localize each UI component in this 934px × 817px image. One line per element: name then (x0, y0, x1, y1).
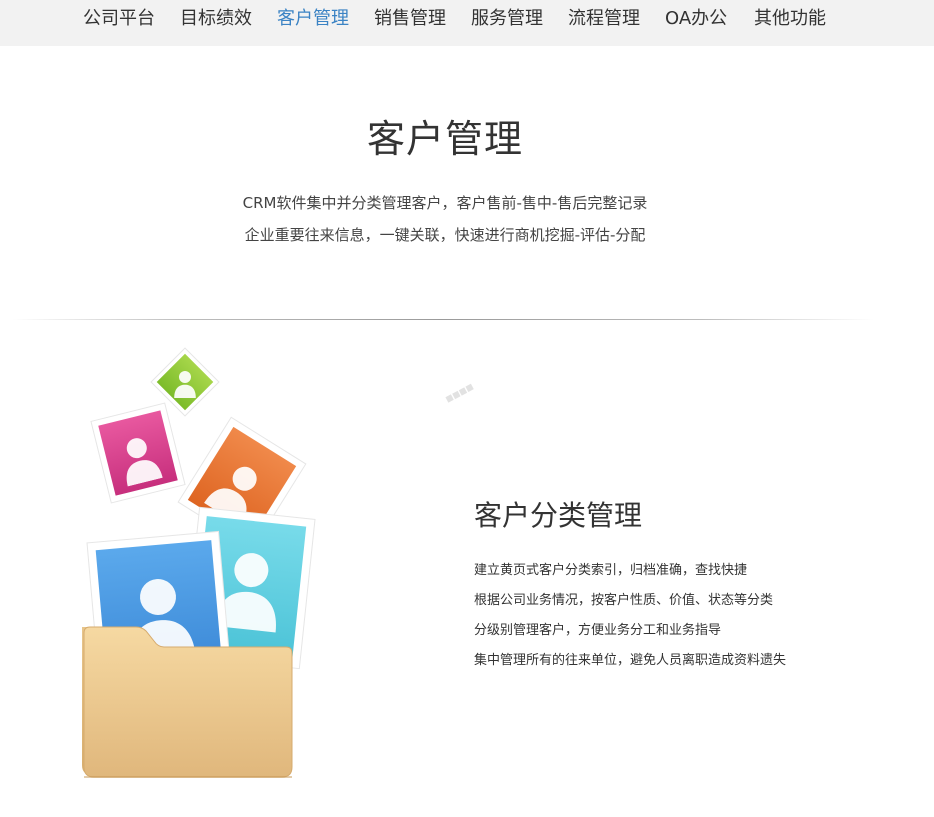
nav-item-process-management[interactable]: 流程管理 (568, 0, 640, 40)
page-title: 客户管理 (366, 117, 523, 161)
nav-item-sales-management[interactable]: 销售管理 (374, 0, 446, 40)
top-navigation: 公司平台 目标绩效 客户管理 销售管理 服务管理 流程管理 OA办公 其他功能 (0, 0, 934, 46)
section-divider (12, 319, 874, 320)
nav-item-goal-performance[interactable]: 目标绩效 (180, 0, 252, 40)
hero-subtitle-line-1: CRM软件集中并分类管理客户，客户售前-售中-售后完整记录 (242, 194, 648, 212)
nav-item-company-platform[interactable]: 公司平台 (83, 0, 155, 40)
watermark: ■■■■ (444, 381, 475, 404)
contact-folder-icon (60, 335, 330, 795)
nav-item-oa-office[interactable]: OA办公 (665, 0, 727, 40)
nav-item-other-functions[interactable]: 其他功能 (754, 0, 826, 40)
feature-line-2: 根据公司业务情况，按客户性质、价值、状态等分类 (474, 593, 774, 608)
feature-line-4: 集中管理所有的往来单位，避免人员离职造成资料遗失 (474, 653, 787, 668)
feature-title: 客户分类管理 (474, 499, 643, 532)
nav-item-service-management[interactable]: 服务管理 (471, 0, 543, 40)
hero-subtitle-line-2: 企业重要往来信息，一键关联，快速进行商机挖掘-评估-分配 (244, 226, 646, 244)
nav-item-customer-management[interactable]: 客户管理 (277, 0, 349, 40)
feature-line-3: 分级别管理客户，方便业务分工和业务指导 (474, 623, 722, 638)
feature-line-1: 建立黄页式客户分类索引，归档准确，查找快捷 (474, 563, 748, 578)
